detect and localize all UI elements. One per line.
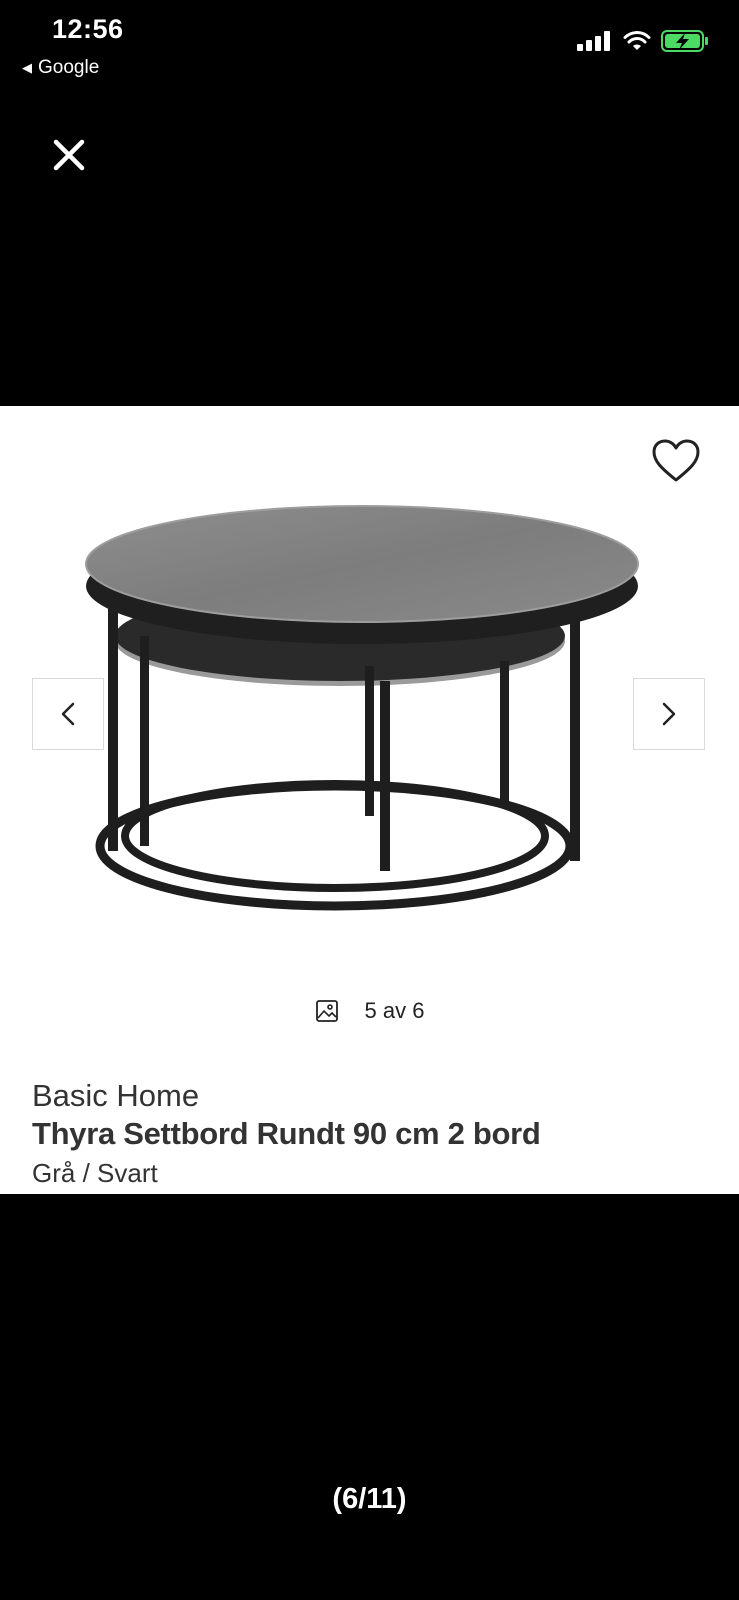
back-triangle-icon: ◀ — [22, 60, 32, 75]
chevron-right-icon — [662, 702, 676, 726]
product-image — [85, 505, 639, 911]
image-counter: 5 av 6 — [0, 998, 739, 1024]
wifi-icon — [623, 31, 651, 50]
product-card: 5 av 6 Basic Home Thyra Settbord Rundt 9… — [0, 406, 739, 1194]
next-image-button[interactable] — [633, 678, 705, 750]
close-icon — [53, 139, 85, 171]
heart-outline-icon — [652, 439, 700, 482]
status-icons — [577, 30, 709, 52]
back-to-app-link[interactable]: ◀ Google — [22, 57, 99, 79]
back-app-label: Google — [38, 57, 100, 78]
image-counter-text: 5 av 6 — [364, 998, 425, 1023]
favorite-button[interactable] — [651, 438, 701, 484]
close-button[interactable] — [50, 136, 88, 174]
product-title: Thyra Settbord Rundt 90 cm 2 bord — [32, 1116, 541, 1151]
product-variant: Grå / Svart — [32, 1158, 158, 1188]
chevron-left-icon — [61, 702, 75, 726]
image-icon — [315, 1000, 338, 1022]
gallery-pager: (6/11) — [332, 1483, 407, 1515]
signal-icon — [577, 31, 610, 51]
status-time: 12:56 — [52, 14, 124, 44]
product-brand: Basic Home — [32, 1078, 200, 1113]
previous-image-button[interactable] — [32, 678, 104, 750]
battery-charging-icon — [661, 30, 708, 52]
